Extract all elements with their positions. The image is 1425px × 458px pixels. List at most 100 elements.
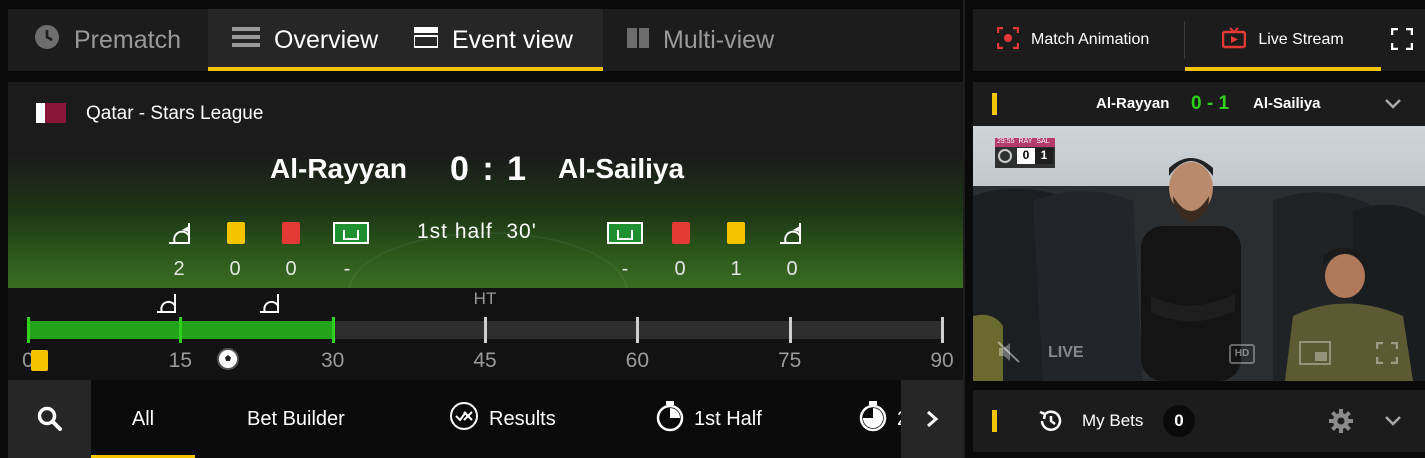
scorebug-time: 29:55 bbox=[997, 138, 1015, 145]
home-penalty-stat bbox=[331, 222, 371, 244]
search-button[interactable] bbox=[8, 380, 91, 458]
next-tabs-button[interactable] bbox=[901, 380, 963, 458]
live-label: LIVE bbox=[1048, 344, 1084, 361]
timeline-tick bbox=[331, 317, 335, 343]
league-name[interactable]: Qatar - Stars League bbox=[86, 103, 263, 125]
accent-bar bbox=[992, 93, 997, 115]
timeline-tick-label: 30 bbox=[320, 349, 345, 372]
tab-event-view[interactable]: Event view bbox=[398, 9, 603, 71]
chevron-right-icon bbox=[927, 410, 939, 428]
away-red-stat bbox=[666, 222, 696, 244]
tab-overview[interactable]: Overview bbox=[208, 9, 398, 71]
halftime-label: HT bbox=[473, 289, 497, 308]
corner-event-icon bbox=[157, 294, 176, 313]
market-tab-bet-builder[interactable]: Bet Builder bbox=[247, 380, 345, 458]
video-scorebug: 29:55 RAY SAL 0 1 bbox=[995, 138, 1055, 168]
multi-view-icon bbox=[627, 26, 649, 55]
accent-bar bbox=[992, 410, 997, 432]
corner-event-icon bbox=[260, 294, 279, 313]
mute-button[interactable] bbox=[997, 341, 1021, 368]
stopwatch-icon bbox=[656, 400, 684, 438]
penalty-box-icon bbox=[607, 222, 643, 244]
timeline-tick bbox=[788, 317, 792, 343]
hd-quality-button[interactable]: HD bbox=[1229, 344, 1255, 364]
qatar-flag-icon bbox=[36, 103, 66, 123]
team-crest-icon bbox=[998, 149, 1012, 163]
scorebug-home-score: 0 bbox=[1017, 148, 1035, 164]
list-icon bbox=[232, 26, 260, 55]
tab-label: Match Animation bbox=[1031, 31, 1150, 48]
yellow-card-icon bbox=[227, 222, 245, 244]
tab-label: Live Stream bbox=[1258, 31, 1344, 48]
clock-icon bbox=[34, 24, 60, 57]
fullscreen-icon[interactable] bbox=[1376, 342, 1398, 364]
away-penalty-stat bbox=[605, 222, 645, 244]
stopwatch-icon bbox=[859, 400, 887, 438]
header-away-team: Al-Sailiya bbox=[1253, 95, 1321, 112]
picture-in-picture-icon[interactable] bbox=[1299, 341, 1331, 365]
timeline-tick-label: 90 bbox=[930, 349, 954, 372]
home-team: Al-Rayyan bbox=[270, 153, 407, 184]
score: 0 : 1 bbox=[450, 150, 529, 188]
my-bets-label: My Bets bbox=[1082, 411, 1144, 430]
tab-live-stream[interactable]: Live Stream bbox=[1185, 9, 1381, 71]
timeline-tick bbox=[484, 317, 487, 343]
timeline-tick-label: 45 bbox=[473, 349, 497, 372]
away-corners-stat bbox=[775, 222, 805, 249]
home-red-stat bbox=[276, 222, 306, 244]
view-tabs: Prematch Overview Event view Multi-view bbox=[8, 9, 960, 71]
timeline-tick bbox=[636, 317, 640, 343]
scorebug-away: SAL bbox=[1036, 138, 1050, 145]
tab-prematch[interactable]: Prematch bbox=[8, 9, 208, 71]
corner-flag-icon bbox=[169, 223, 190, 244]
red-card-icon bbox=[282, 222, 300, 244]
gear-icon[interactable] bbox=[1327, 407, 1355, 435]
chevron-down-icon[interactable] bbox=[1384, 98, 1402, 110]
market-tab-results[interactable]: Results bbox=[449, 380, 556, 458]
scorebug-home: RAY bbox=[1018, 138, 1033, 145]
away-red: 0 bbox=[674, 258, 686, 280]
stream-match-header[interactable]: Al-Rayyan 0 - 1 Al-Sailiya bbox=[973, 82, 1425, 126]
match-period: 1st half 30' bbox=[417, 220, 537, 243]
timeline-tick-label: 15 bbox=[168, 349, 193, 372]
my-bets-count: 0 bbox=[1163, 405, 1195, 437]
scorebug-away-score: 1 bbox=[1035, 148, 1053, 164]
scoreboard: Qatar - Stars League Al-Rayyan 0 : 1 Al-… bbox=[8, 82, 963, 288]
history-icon bbox=[1039, 410, 1062, 431]
corner-flag-icon bbox=[780, 223, 801, 244]
tab-label: All bbox=[131, 407, 155, 430]
speaker-muted-icon bbox=[997, 341, 1020, 363]
match-animation-icon bbox=[996, 26, 1020, 54]
tab-match-animation[interactable]: Match Animation bbox=[973, 9, 1184, 71]
timeline-tick bbox=[179, 317, 183, 343]
away-penalties: - bbox=[621, 258, 629, 280]
away-yellow-stat bbox=[721, 222, 751, 244]
penalty-box-icon bbox=[333, 222, 369, 244]
goal-ball-icon bbox=[217, 348, 239, 370]
chevron-down-icon[interactable] bbox=[1384, 415, 1402, 427]
timeline-tick bbox=[941, 317, 944, 343]
yellow-card-icon bbox=[727, 222, 745, 244]
fullscreen-button[interactable] bbox=[1390, 27, 1414, 55]
home-yellow: 0 bbox=[229, 258, 241, 280]
my-bets-header[interactable]: My Bets 0 bbox=[973, 390, 1425, 452]
media-tabs: Match Animation Live Stream bbox=[973, 9, 1425, 71]
tab-multi-view[interactable]: Multi-view bbox=[603, 9, 803, 71]
market-tab-all[interactable]: All bbox=[91, 380, 195, 458]
red-card-icon bbox=[672, 222, 690, 244]
tab-label: Prematch bbox=[74, 25, 181, 54]
home-corners: 2 bbox=[173, 258, 185, 280]
timeline-tick-label: 75 bbox=[777, 349, 802, 372]
market-tab-1st-half[interactable]: 1st Half bbox=[656, 380, 762, 458]
tab-label: Bet Builder bbox=[247, 407, 345, 430]
tab-label: Results bbox=[489, 407, 556, 430]
timeline-tick-label: 60 bbox=[625, 349, 650, 372]
away-yellow: 1 bbox=[730, 258, 742, 280]
live-stream-video[interactable]: 29:55 RAY SAL 0 1 LIVE HD bbox=[973, 126, 1425, 381]
active-tab-indicator bbox=[1185, 67, 1381, 71]
event-view-icon bbox=[413, 26, 439, 55]
tab-label: 1st Half bbox=[694, 407, 762, 430]
away-team: Al-Sailiya bbox=[558, 153, 685, 184]
timeline-tick bbox=[27, 317, 30, 343]
home-red: 0 bbox=[285, 258, 297, 280]
